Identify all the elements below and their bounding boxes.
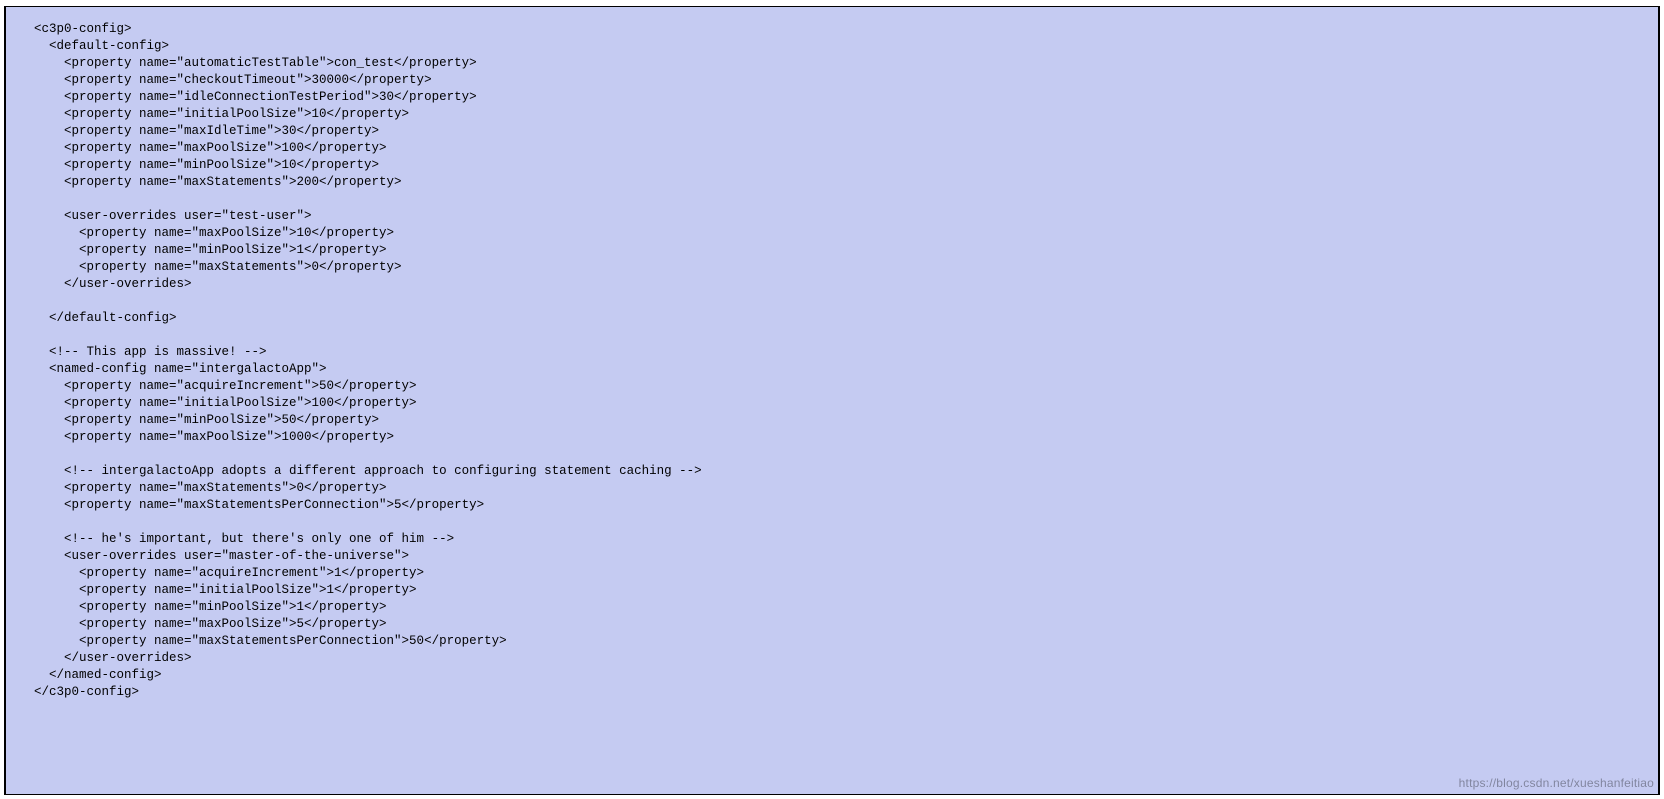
watermark-text: https://blog.csdn.net/xueshanfeitiao — [1459, 775, 1654, 792]
code-block-container: <c3p0-config> <default-config> <property… — [4, 6, 1660, 795]
page-wrapper: <c3p0-config> <default-config> <property… — [0, 0, 1664, 799]
xml-config-code: <c3p0-config> <default-config> <property… — [6, 21, 1658, 701]
